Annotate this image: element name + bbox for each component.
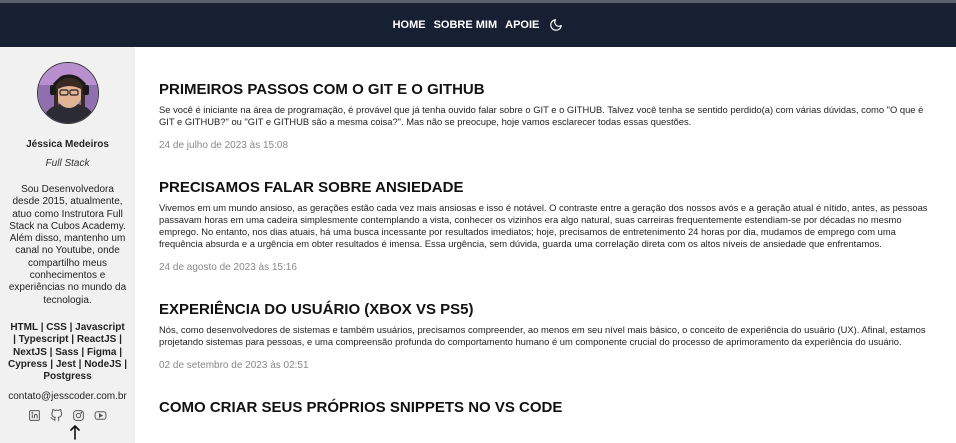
nav-support-link[interactable]: APOIE bbox=[505, 19, 539, 31]
post-list: PRIMEIROS PASSOS COM O GIT E O GITHUB Se… bbox=[135, 47, 956, 443]
moon-icon[interactable] bbox=[549, 18, 563, 32]
github-icon[interactable] bbox=[50, 409, 63, 422]
post-item: EXPERIÊNCIA DO USUÁRIO (XBOX VS PS5) Nós… bbox=[159, 300, 956, 371]
post-excerpt: Se você é iniciante na área de programaç… bbox=[159, 104, 924, 127]
post-excerpt: Vivemos em um mundo ansioso, as gerações… bbox=[159, 202, 928, 249]
post-date: 24 de julho de 2023 às 15:08 bbox=[159, 140, 288, 151]
post-item: PRIMEIROS PASSOS COM O GIT E O GITHUB Se… bbox=[159, 80, 956, 151]
profile-role: Full Stack bbox=[45, 158, 90, 169]
post-title[interactable]: COMO CRIAR SEUS PRÓPRIOS SNIPPETS NO VS … bbox=[159, 398, 956, 418]
top-nav: HOME SOBRE MIM APOIE bbox=[0, 3, 956, 47]
arrow-up-icon[interactable] bbox=[69, 424, 81, 440]
avatar bbox=[36, 62, 99, 124]
linkedin-icon[interactable] bbox=[28, 409, 41, 422]
post-date: 24 de agosto de 2023 às 15:16 bbox=[159, 262, 297, 273]
nav-home-link[interactable]: HOME bbox=[393, 19, 426, 31]
profile-email[interactable]: contato@jesscoder.com.br bbox=[0, 391, 135, 402]
post-date: 02 de setembro de 2023 às 02:51 bbox=[159, 360, 309, 371]
post-title[interactable]: PRIMEIROS PASSOS COM O GIT E O GITHUB bbox=[159, 80, 956, 100]
social-links bbox=[0, 409, 135, 422]
profile-sidebar: Jéssica Medeiros Full Stack Sou Desenvol… bbox=[0, 47, 135, 443]
instagram-icon[interactable] bbox=[72, 409, 85, 422]
nav-about-link[interactable]: SOBRE MIM bbox=[434, 19, 498, 31]
post-item: PRECISAMOS FALAR SOBRE ANSIEDADE Vivemos… bbox=[159, 178, 956, 273]
youtube-icon[interactable] bbox=[94, 409, 107, 422]
post-excerpt: Nós, como desenvolvedores de sistemas e … bbox=[159, 324, 926, 347]
post-title[interactable]: PRECISAMOS FALAR SOBRE ANSIEDADE bbox=[159, 178, 956, 198]
profile-name: Jéssica Medeiros bbox=[26, 139, 109, 150]
post-item: COMO CRIAR SEUS PRÓPRIOS SNIPPETS NO VS … bbox=[159, 398, 956, 418]
post-title[interactable]: EXPERIÊNCIA DO USUÁRIO (XBOX VS PS5) bbox=[159, 300, 956, 320]
profile-bio: Sou Desenvolvedora desde 2015, atualment… bbox=[8, 184, 127, 306]
profile-skills: HTML | CSS | Javascript | Typescript | R… bbox=[8, 321, 127, 383]
